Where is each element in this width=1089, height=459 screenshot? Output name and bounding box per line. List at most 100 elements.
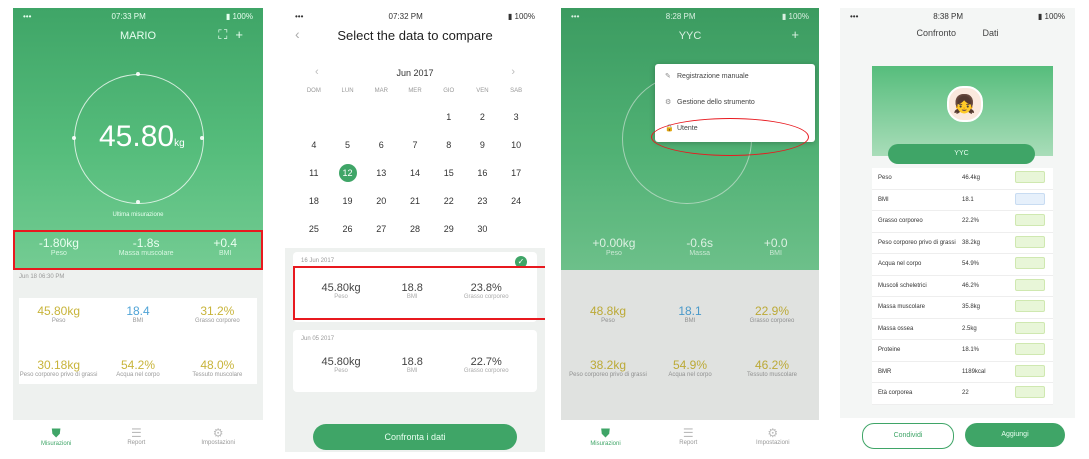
- row-value: 2.5kg: [962, 325, 977, 332]
- ring-tick: [72, 136, 76, 140]
- table-row: Grasso corporeo 22.2%: [872, 211, 1053, 233]
- row-name: BMI: [878, 196, 889, 203]
- avatar: 👧: [946, 86, 983, 122]
- calendar-day[interactable]: 28: [398, 218, 432, 240]
- calendar-day[interactable]: 2: [466, 106, 500, 128]
- calendar-day[interactable]: 8: [432, 134, 466, 156]
- profile-header: 👧: [872, 66, 1053, 156]
- tab-settings[interactable]: ⚙ Impostazioni: [201, 426, 235, 446]
- header-icons[interactable]: ⛶+: [218, 27, 251, 43]
- calendar-day[interactable]: 18: [297, 190, 331, 212]
- weekday-label: DOM: [306, 88, 321, 94]
- row-value: 22: [962, 390, 969, 397]
- row-value: 18.1%: [962, 347, 980, 354]
- calendar-day[interactable]: 5: [331, 134, 365, 156]
- calendar-day[interactable]: 13: [364, 162, 398, 184]
- scan-icon[interactable]: ⛶: [218, 27, 235, 42]
- row-name: Proteine: [878, 347, 901, 354]
- list-icon: ☰: [682, 426, 694, 440]
- screen-home: ••• 07:33 PM ▮ 100% MARIO ⛶+ 45.80kg Ultim…: [13, 8, 263, 452]
- menu-item-device[interactable]: ⚙ Gestione dello strumento: [655, 90, 815, 116]
- calendar-day[interactable]: 7: [398, 134, 432, 156]
- calendar-day[interactable]: 16: [466, 162, 500, 184]
- table-row: BMR 1189kcal: [872, 362, 1053, 383]
- segment-tabs: Confronto Dati: [840, 28, 1075, 38]
- add-button[interactable]: Aggiungi: [965, 423, 1065, 447]
- calendar-day[interactable]: 6: [364, 134, 398, 156]
- stat-item[interactable]: 18.4 BMI: [98, 304, 177, 324]
- table-row: Massa muscolare 35.8kg: [872, 297, 1053, 319]
- tab-data[interactable]: Dati: [983, 28, 999, 38]
- stat-item[interactable]: 48.0% Tessuto muscolare: [178, 358, 257, 378]
- table-row: Muscoli scheletrici 46.2%: [872, 276, 1053, 297]
- tab-bar: ⛊ Misurazioni ☰ Report ⚙ Impostazioni: [561, 420, 819, 452]
- calendar-day[interactable]: 15: [432, 162, 466, 184]
- tab-compare[interactable]: Confronto: [916, 28, 956, 38]
- stat-item[interactable]: 30.18kg Peso corporeo privo di grassi: [19, 358, 98, 378]
- calendar-day[interactable]: 25: [297, 218, 331, 240]
- calendar-day[interactable]: 24: [499, 190, 533, 212]
- shield-icon: ⛊: [51, 425, 61, 440]
- calendar-day[interactable]: 1: [432, 106, 466, 128]
- tab-measurements[interactable]: ⛊ Misurazioni: [41, 426, 71, 447]
- calendar-day[interactable]: 20: [364, 190, 398, 212]
- stat-item[interactable]: 31.2% Grasso corporeo: [178, 304, 257, 324]
- stat-item[interactable]: 54.2% Acqua nel corpo: [98, 358, 177, 378]
- row-name: Muscoli scheletrici: [878, 282, 927, 289]
- calendar-day[interactable]: 23: [466, 190, 500, 212]
- tab-measurements[interactable]: ⛊ Misurazioni: [590, 426, 620, 447]
- table-row: Massa ossea 2.5kg: [872, 319, 1053, 340]
- table-row: Età corporea 22: [872, 383, 1053, 405]
- page-title: Select the data to compare: [337, 28, 493, 43]
- table-row: Peso 46.4kg: [872, 168, 1053, 190]
- calendar-day[interactable]: 22: [432, 190, 466, 212]
- status-badge: [1014, 300, 1054, 314]
- tab-report[interactable]: ☰ Report: [127, 426, 145, 446]
- row-value: 46.4kg: [962, 175, 981, 182]
- status-bar: ••• 8:38 PM ▮ 100%: [850, 11, 1065, 21]
- calendar-day[interactable]: 26: [331, 218, 365, 240]
- weekday-label: LUN: [341, 88, 354, 94]
- compare-card-2[interactable]: Jun 05 2017 45.80kg Peso 18.8 BMI 22.7% Gra…: [293, 330, 537, 392]
- calendar-day[interactable]: 14: [398, 162, 432, 184]
- calendar-day[interactable]: 12: [331, 162, 365, 184]
- calendar-day[interactable]: 4: [297, 134, 331, 156]
- menu-item-manual-entry[interactable]: ✎ Registrazione manuale: [655, 64, 815, 90]
- ring-tick: [136, 200, 140, 204]
- calendar-day[interactable]: 17: [499, 162, 533, 184]
- share-button[interactable]: Condividi: [862, 423, 954, 449]
- add-icon[interactable]: +: [235, 27, 251, 42]
- footer-bar: Condividi Aggiungi: [840, 418, 1075, 452]
- status-bar: ••• 07:33 PM ▮ 100%: [23, 11, 253, 21]
- stats-grid: 45.80kg Peso 18.4 BMI 31.2% Grasso corporeo…: [19, 298, 257, 384]
- tab-settings[interactable]: ⚙ Impostazioni: [756, 426, 790, 446]
- calendar-day[interactable]: 3: [499, 106, 533, 128]
- table-row: Acqua nel corpo 54.9%: [872, 254, 1053, 276]
- calendar-day[interactable]: 30: [466, 218, 500, 240]
- calendar-day[interactable]: 11: [297, 162, 331, 184]
- row-value: 22.2%: [962, 218, 980, 225]
- weight-display: 45.80kg: [99, 120, 185, 153]
- calendar-day[interactable]: 9: [466, 134, 500, 156]
- profile-button[interactable]: YYC: [888, 144, 1035, 164]
- weekday-label: MAR: [374, 88, 388, 94]
- status-badge: [1014, 257, 1054, 271]
- calendar-day: [364, 106, 398, 128]
- calendar-day[interactable]: 21: [398, 190, 432, 212]
- calendar-grid: DOM LUN MAR MER GIO VEN SAB 1 2 3 4 5 6 7 8 9 10 1…: [297, 88, 533, 240]
- settings-icon: ⚙: [665, 99, 672, 106]
- stat-item[interactable]: 45.80kg Peso: [19, 304, 98, 324]
- status-badge: [1014, 214, 1054, 228]
- calendar-day[interactable]: 29: [432, 218, 466, 240]
- calendar-day[interactable]: 10: [499, 134, 533, 156]
- next-month-icon[interactable]: ›: [511, 66, 515, 78]
- tab-bar: ⛊ Misurazioni ☰ Report ⚙ Impostazioni: [13, 420, 263, 452]
- calendar-day[interactable]: 19: [331, 190, 365, 212]
- calendar-day[interactable]: 27: [364, 218, 398, 240]
- screen-profile: ••• 8:38 PM ▮ 100% Confronto Dati 👧 YYC Pe…: [840, 8, 1075, 452]
- tab-report[interactable]: ☰ Report: [679, 426, 697, 446]
- range-label: Ultima misurazione: [112, 212, 164, 218]
- row-name: BMR: [878, 368, 892, 375]
- compare-button[interactable]: Confronta i dati: [313, 424, 517, 450]
- month-label: Jun 2017: [396, 68, 434, 78]
